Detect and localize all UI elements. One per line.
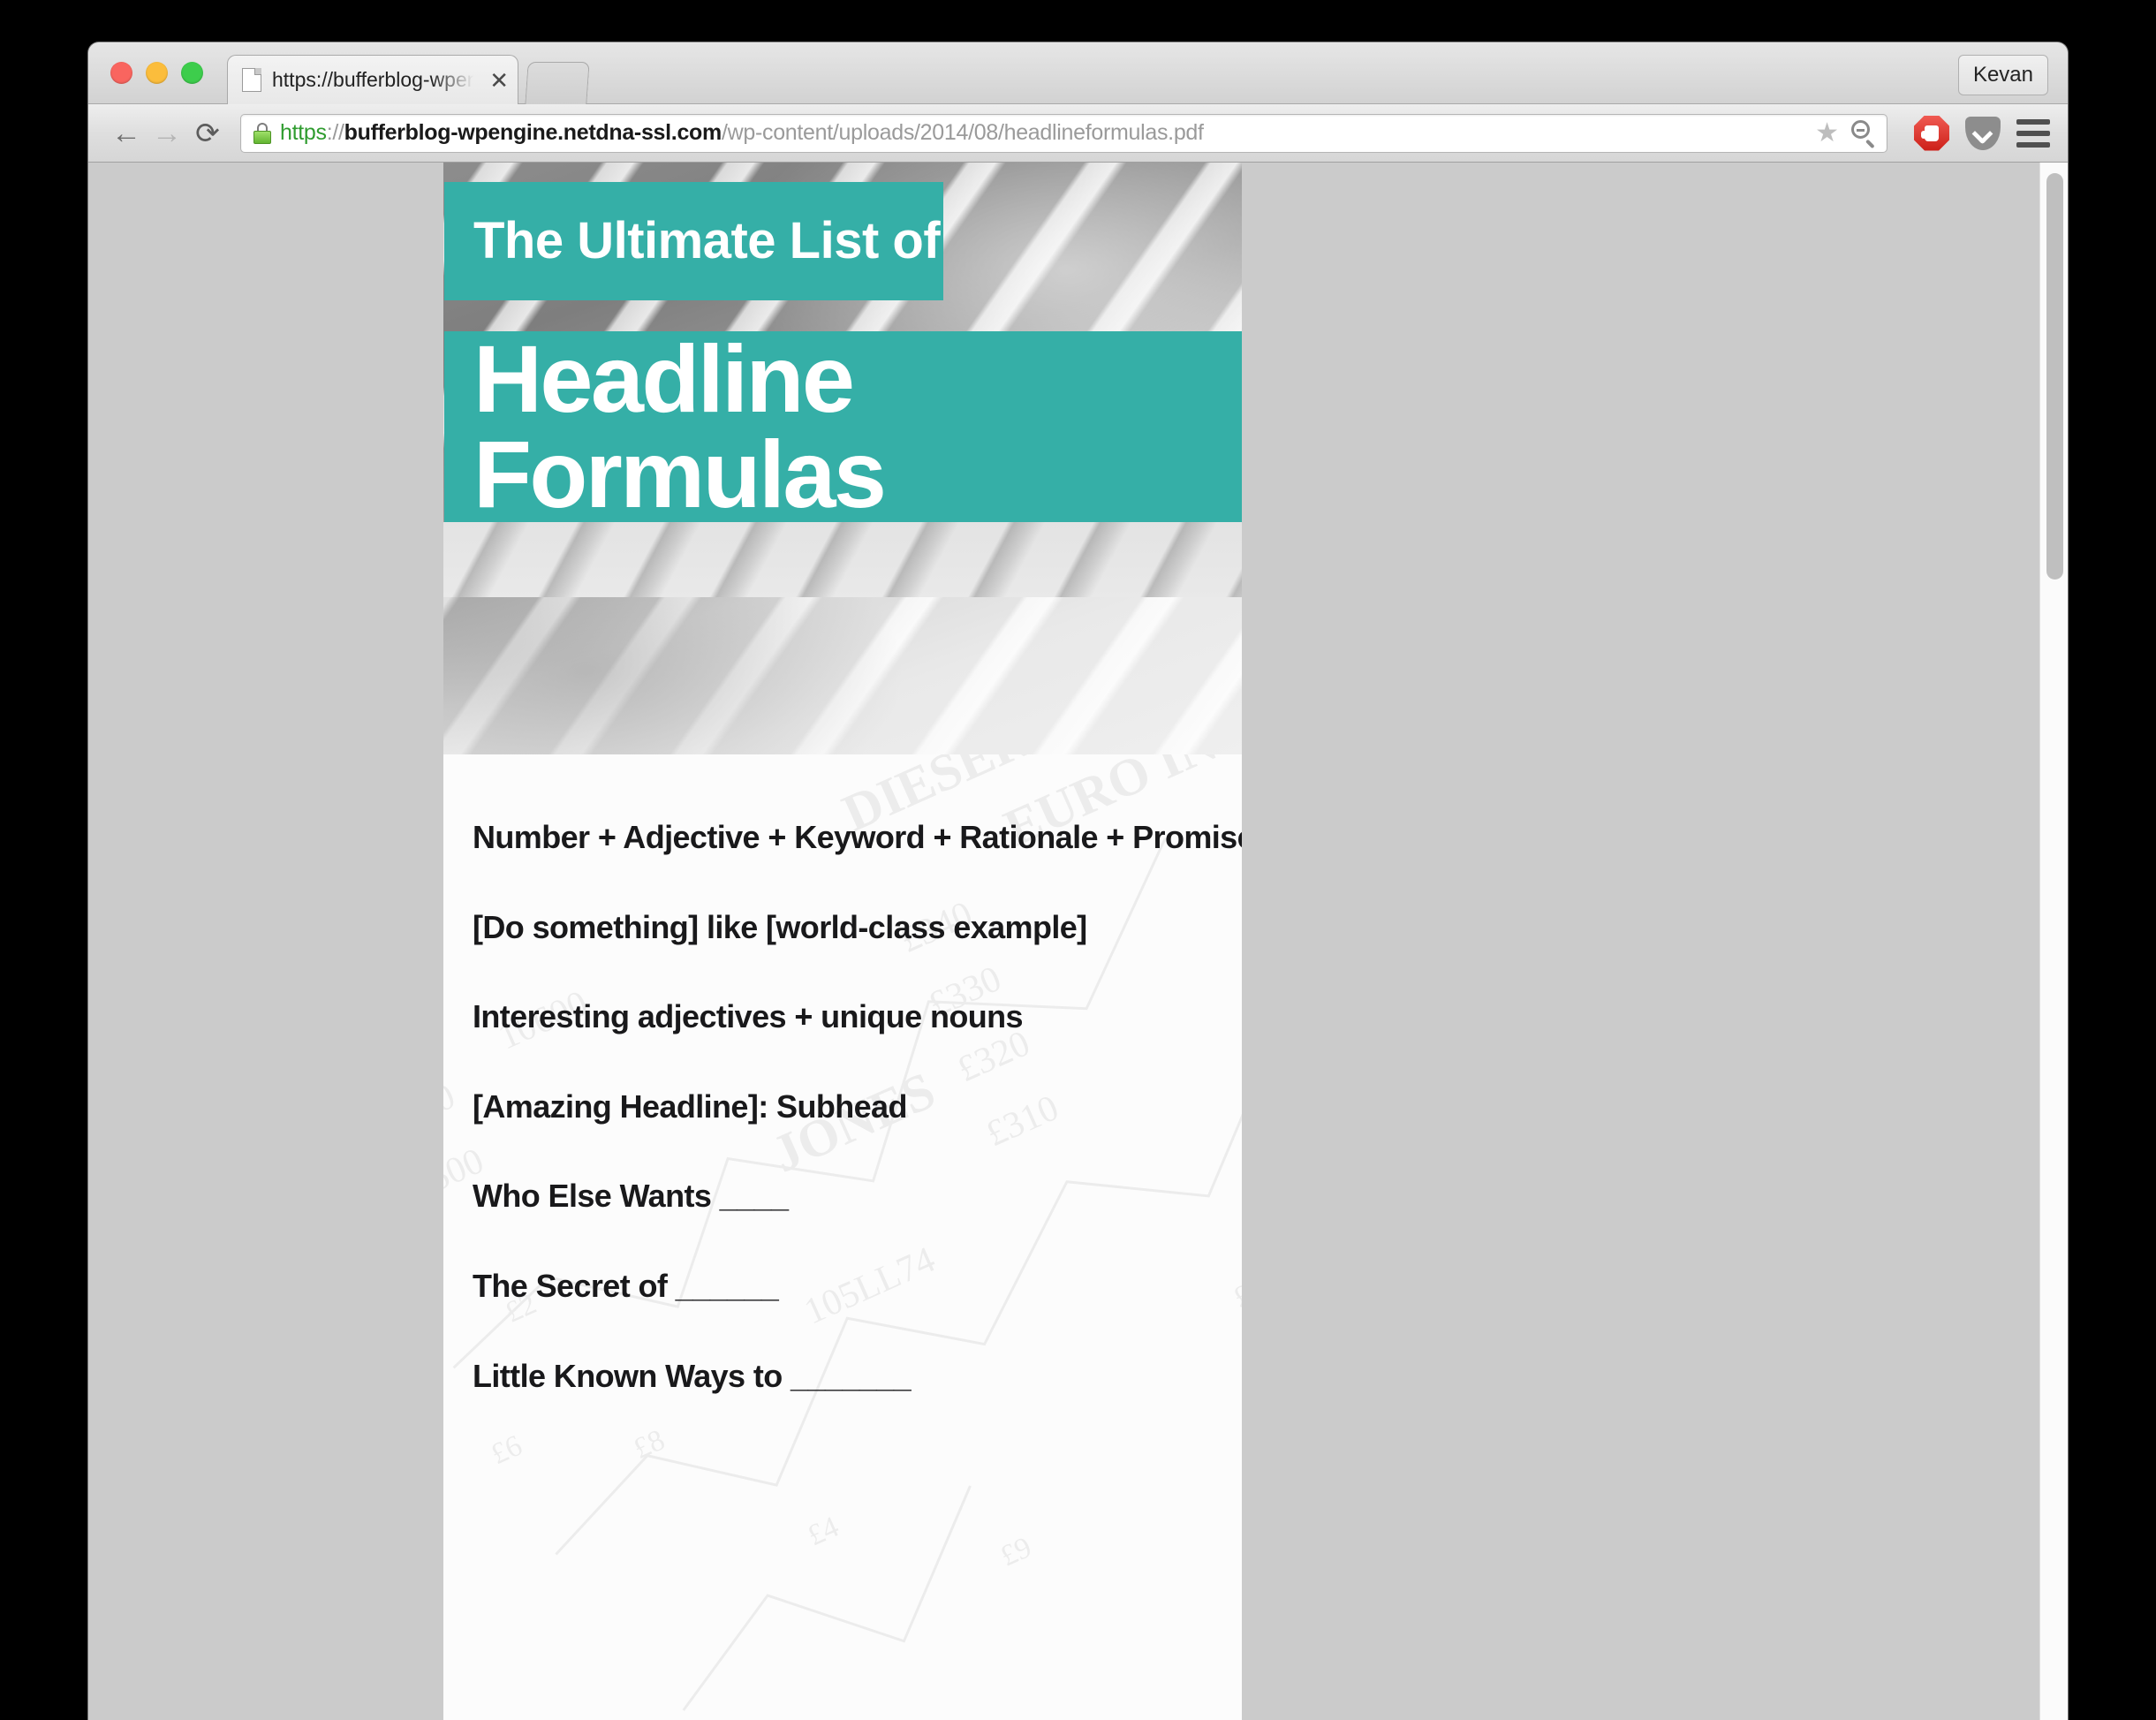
svg-text:£4: £4 xyxy=(803,1511,843,1553)
formula-line: Who Else Wants ____ xyxy=(473,1178,789,1215)
title-eyebrow-band: The Ultimate List of xyxy=(444,182,943,300)
url-separator: :// xyxy=(326,120,344,145)
forward-button[interactable]: → xyxy=(147,113,187,154)
close-icon[interactable]: ✕ xyxy=(482,69,509,92)
tab-title: https://bufferblog-wpengine xyxy=(272,68,482,91)
url-path: /wp-content/uploads/2014/08/headlineform… xyxy=(721,120,1204,145)
zoom-window-button[interactable] xyxy=(181,62,203,84)
pdf-viewport: The Ultimate List of Headline Formulas 1… xyxy=(88,163,2068,1720)
formula-line: Number + Adjective + Keyword + Rationale… xyxy=(473,819,1242,855)
browser-window: https://bufferblog-wpengine ✕ Kevan ← → … xyxy=(88,42,2068,1720)
formula-line: [Amazing Headline]: Subhead xyxy=(473,1087,907,1125)
scrollbar-thumb[interactable] xyxy=(2046,173,2063,580)
lock-icon xyxy=(253,122,271,144)
url-text: https://bufferblog-wpengine.netdna-ssl.c… xyxy=(280,120,1808,146)
minimize-window-button[interactable] xyxy=(146,62,168,84)
pdf-body: 10550 10500 10600 £340 £330 £320 £310 10… xyxy=(443,754,1242,1720)
formula-line-clipped xyxy=(473,1448,1242,1460)
browser-tab-active[interactable]: https://bufferblog-wpengine ✕ xyxy=(227,55,518,104)
zoom-out-icon[interactable] xyxy=(1851,119,1878,148)
pdf-hero-lower-strip xyxy=(443,522,1242,597)
formula-line: The Secret of ______ xyxy=(473,1267,779,1304)
bookmark-star-icon[interactable]: ★ xyxy=(1815,119,1839,147)
svg-text:10550: 10550 xyxy=(443,1076,461,1151)
desktop-background: https://bufferblog-wpengine ✕ Kevan ← → … xyxy=(0,0,2156,1720)
navigation-toolbar: ← → ⟳ https://bufferblog-wpengine.netdna… xyxy=(88,104,2068,163)
url-host: bufferblog-wpengine.netdna-ssl.com xyxy=(344,120,722,145)
formula-line: Interesting adjectives + unique nouns xyxy=(473,998,1024,1035)
vertical-scrollbar[interactable] xyxy=(2039,163,2068,1720)
newspaper-watermark: 10550 10500 10600 £340 £330 £320 £310 10… xyxy=(443,754,1242,1720)
formula-line: Little Known Ways to _______ xyxy=(473,1357,912,1394)
document-icon xyxy=(242,68,261,92)
pdf-eyebrow-text: The Ultimate List of xyxy=(473,212,941,269)
reload-button[interactable]: ⟳ xyxy=(187,113,228,154)
address-bar[interactable]: https://bufferblog-wpengine.netdna-ssl.c… xyxy=(240,113,1887,153)
window-controls xyxy=(110,62,203,84)
pocket-icon[interactable] xyxy=(1965,116,2001,150)
adblock-icon[interactable] xyxy=(1914,115,1949,151)
pdf-title-text: Headline Formulas xyxy=(473,325,887,527)
pdf-page: The Ultimate List of Headline Formulas 1… xyxy=(443,163,1242,1720)
menu-icon[interactable] xyxy=(2016,118,2050,148)
url-scheme: https xyxy=(280,120,327,145)
title-main-band: Headline Formulas xyxy=(444,331,1242,522)
formula-line: [Do something] like [world-class example… xyxy=(473,908,1087,945)
pdf-hero-image: The Ultimate List of Headline Formulas xyxy=(443,163,1242,754)
svg-text:£9: £9 xyxy=(995,1531,1036,1573)
tab-strip: https://bufferblog-wpengine ✕ Kevan xyxy=(88,42,2068,104)
close-window-button[interactable] xyxy=(110,62,132,84)
profile-button[interactable]: Kevan xyxy=(1957,55,2048,95)
back-button[interactable]: ← xyxy=(106,113,147,154)
new-tab-button[interactable] xyxy=(525,62,590,104)
